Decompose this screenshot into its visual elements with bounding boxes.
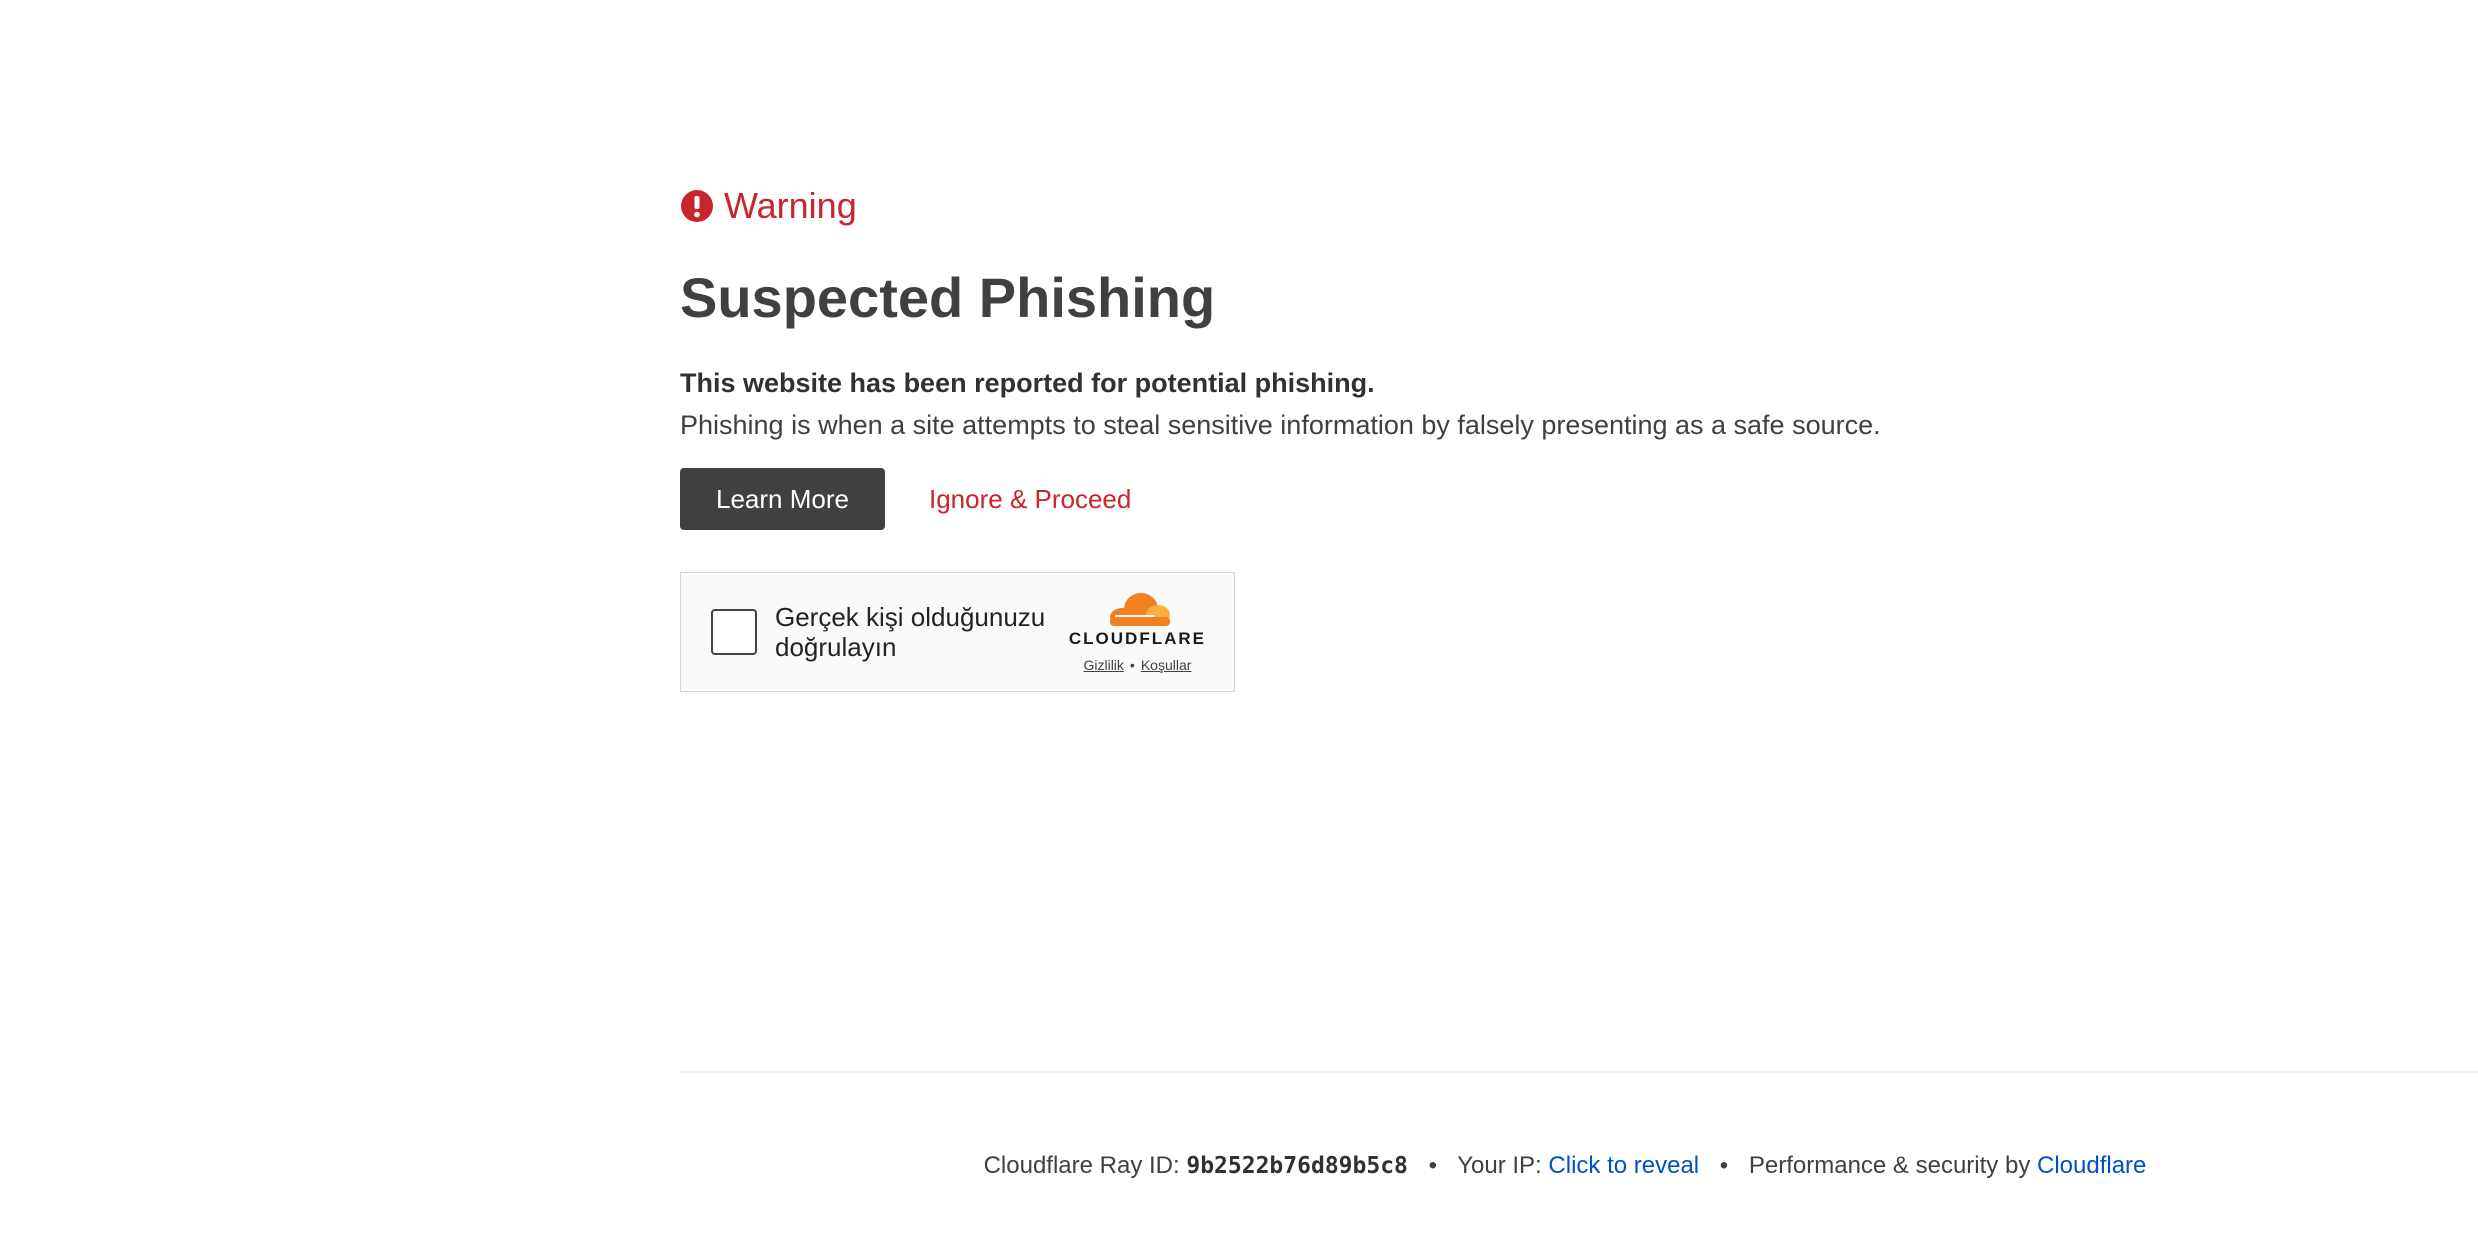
cloudflare-logo: CLOUDFLARE xyxy=(1069,591,1206,649)
lead-text: This website has been reported for poten… xyxy=(680,368,1375,398)
privacy-link[interactable]: Gizlilik xyxy=(1083,657,1123,673)
exclamation-circle-icon xyxy=(681,190,713,222)
performance-label: Performance & security by xyxy=(1748,1152,2031,1179)
cloudflare-branding: CLOUDFLARE Gizlilik • Koşullar xyxy=(1069,591,1206,673)
warning-label: Warning xyxy=(724,185,857,226)
description-text: Phishing is when a site attempts to stea… xyxy=(680,410,1881,440)
cloudflare-wordmark: CLOUDFLARE xyxy=(1068,629,1206,648)
turnstile-label: Gerçek kişi olduğunuzu doğrulayın xyxy=(775,602,1046,662)
verify-human-checkbox[interactable] xyxy=(711,609,757,655)
footer: Cloudflare Ray ID: 9b2522b76d89b5c8 • Yo… xyxy=(0,1148,2478,1184)
footer-separator: • xyxy=(1719,1152,1729,1179)
action-row: Learn More Ignore & Proceed xyxy=(680,468,1131,530)
terms-link[interactable]: Koşullar xyxy=(1141,657,1192,673)
cloudflare-link[interactable]: Cloudflare xyxy=(2037,1152,2146,1179)
learn-more-button[interactable]: Learn More xyxy=(680,468,885,530)
footer-divider xyxy=(680,1071,2478,1073)
link-separator: • xyxy=(1129,657,1135,673)
ray-id-label: Cloudflare Ray ID: xyxy=(983,1152,1180,1179)
warning-header: Warning xyxy=(680,186,857,226)
page: Warning Suspected Phishing This website … xyxy=(0,0,2478,1260)
cloudflare-cloud-icon xyxy=(1110,593,1171,626)
reveal-ip-link[interactable]: Click to reveal xyxy=(1548,1152,1699,1179)
ignore-proceed-link[interactable]: Ignore & Proceed xyxy=(929,468,1131,530)
ray-id-value: 9b2522b76d89b5c8 xyxy=(1186,1153,1408,1179)
ip-label: Your IP: xyxy=(1457,1152,1542,1179)
turnstile-links: Gizlilik • Koşullar xyxy=(1083,657,1191,673)
page-title: Suspected Phishing xyxy=(680,266,1216,329)
footer-separator: • xyxy=(1428,1152,1437,1179)
turnstile-widget: Gerçek kişi olduğunuzu doğrulayın CLOUDF… xyxy=(680,572,1235,692)
